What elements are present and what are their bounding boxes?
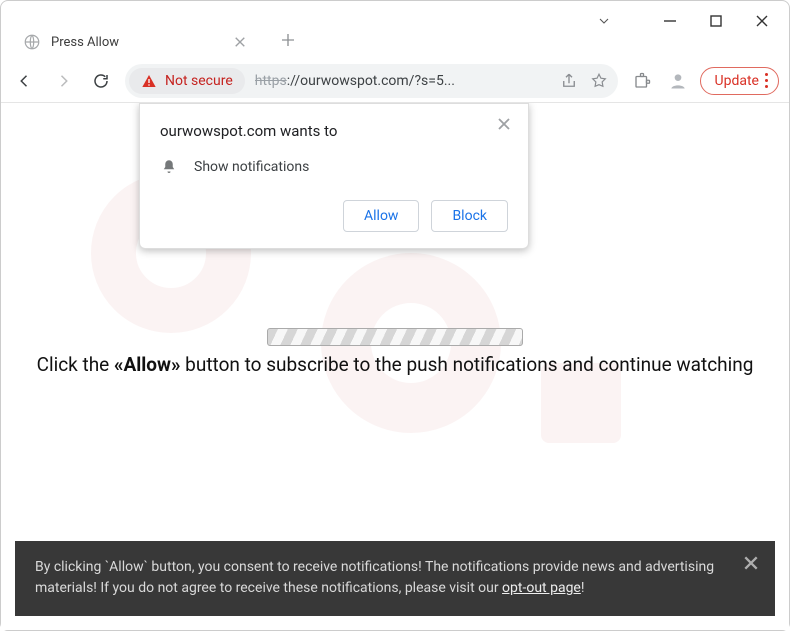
instruction-text: Click the «Allow» button to subscribe to… <box>1 353 789 376</box>
url-rest: ://ourwowspot.com/?s=5... <box>287 73 455 89</box>
menu-dots-icon <box>765 73 768 88</box>
security-label: Not secure <box>165 73 233 89</box>
warning-triangle-icon <box>141 73 157 89</box>
window-maximize-button[interactable] <box>693 2 739 40</box>
security-chip[interactable]: Not secure <box>129 68 245 94</box>
reload-button[interactable] <box>87 67 115 95</box>
url-scheme: https <box>255 73 287 89</box>
tab-close-button[interactable] <box>231 33 249 51</box>
loading-bar <box>267 328 523 346</box>
opt-out-link[interactable]: opt-out page <box>502 580 581 596</box>
omnibox[interactable]: Not secure https://ourwowspot.com/?s=5..… <box>125 64 618 98</box>
permission-popup: ourwowspot.com wants to Show notificatio… <box>139 103 529 249</box>
popup-close-button[interactable] <box>494 114 514 134</box>
tab-active[interactable]: Press Allow <box>11 25 261 59</box>
globe-icon <box>23 33 41 51</box>
back-button[interactable] <box>11 67 39 95</box>
permission-origin: ourwowspot.com wants to <box>160 122 508 140</box>
window-minimize-button[interactable] <box>647 2 693 40</box>
bell-icon <box>160 158 178 176</box>
window-close-button[interactable] <box>739 2 785 40</box>
new-tab-button[interactable] <box>273 25 303 55</box>
profile-avatar-icon[interactable] <box>664 67 692 95</box>
update-label: Update <box>715 73 759 89</box>
instruction-pre: Click the <box>37 353 114 376</box>
url-text: https://ourwowspot.com/?s=5... <box>255 73 554 89</box>
page-content: Click the «Allow» button to subscribe to… <box>1 103 789 630</box>
consent-close-button[interactable] <box>743 555 761 573</box>
consent-bar: By clicking `Allow` button, you consent … <box>15 541 775 616</box>
tab-title: Press Allow <box>51 35 221 50</box>
forward-button[interactable] <box>49 67 77 95</box>
instruction-bold: «Allow» <box>114 353 181 376</box>
extensions-icon[interactable] <box>628 67 656 95</box>
instruction-post: button to subscribe to the push notifica… <box>180 353 753 376</box>
update-button[interactable]: Update <box>700 67 779 95</box>
browser-toolbar: Not secure https://ourwowspot.com/?s=5..… <box>1 59 789 103</box>
share-icon[interactable] <box>554 66 584 96</box>
permission-item: Show notifications <box>194 159 309 175</box>
allow-button[interactable]: Allow <box>343 200 419 232</box>
block-button[interactable]: Block <box>431 200 508 232</box>
consent-text: By clicking `Allow` button, you consent … <box>35 559 714 597</box>
window-chevron-down-icon[interactable] <box>581 2 627 40</box>
consent-text-post: ! <box>581 580 585 596</box>
bookmark-star-icon[interactable] <box>584 66 614 96</box>
